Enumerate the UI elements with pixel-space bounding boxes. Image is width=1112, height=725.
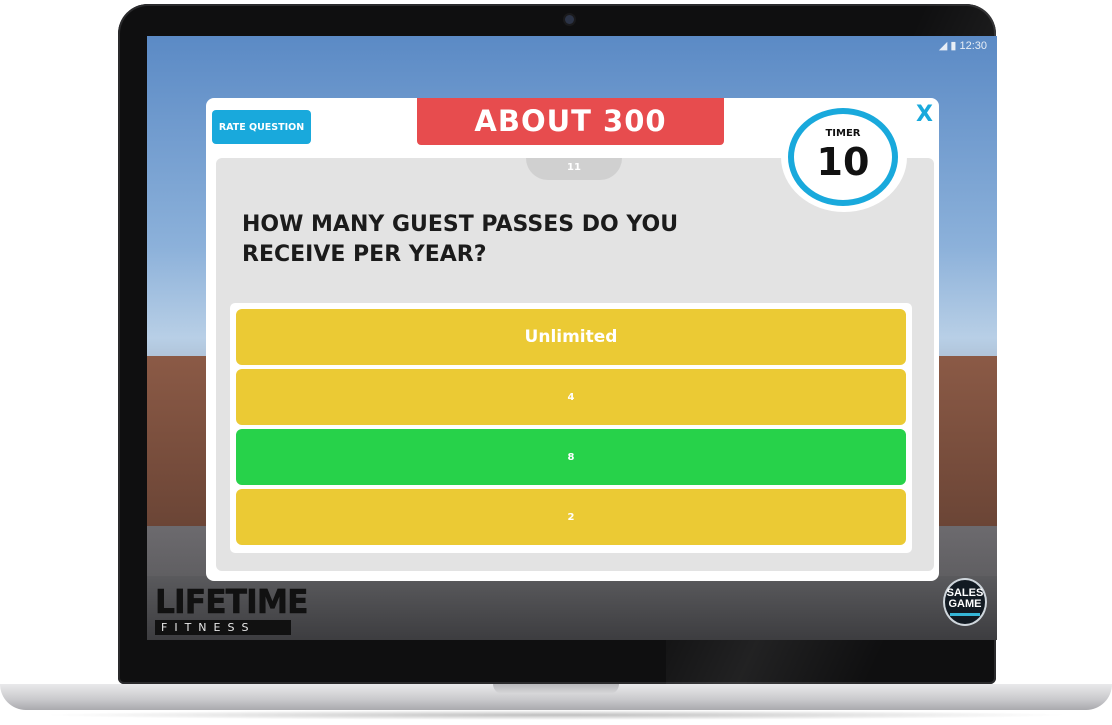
background-building-right — [937, 356, 997, 526]
answer-option[interactable]: Unlimited — [236, 309, 906, 365]
battery-icon: ▮ — [950, 40, 957, 52]
logo-sub-text: FITNESS — [155, 620, 291, 635]
answer-option[interactable]: 4 — [236, 369, 906, 425]
timer-label: TIMER — [825, 128, 861, 139]
logo-main-text: LIFETIME — [155, 582, 309, 621]
timer-value: 10 — [816, 140, 870, 184]
answer-option[interactable]: 2 — [236, 489, 906, 545]
lifetime-fitness-logo: LIFETIME FITNESS — [155, 582, 309, 638]
rate-question-button[interactable]: RATE QUESTION — [212, 110, 311, 144]
status-bar: ◢ ▮ 12:30 — [939, 39, 987, 52]
camera-icon — [565, 15, 574, 24]
answer-option-correct[interactable]: 8 — [236, 429, 906, 485]
timer-circle: TIMER 10 — [788, 108, 898, 206]
laptop-notch — [493, 684, 619, 694]
laptop-mockup: ◢ ▮ 12:30 LIFETIME FITNESS SALES GAME RA… — [0, 0, 1112, 725]
answer-banner: ABOUT 300 — [417, 98, 724, 145]
badge-line2: GAME — [948, 598, 982, 610]
sales-game-badge: SALES GAME — [943, 578, 987, 626]
question-modal: RATE QUESTION ABOUT 300 X 11 HOW MANY GU… — [206, 98, 939, 581]
status-time: 12:30 — [959, 40, 987, 52]
question-number: 11 — [526, 158, 622, 180]
app-screen: ◢ ▮ 12:30 LIFETIME FITNESS SALES GAME RA… — [147, 36, 997, 640]
close-icon[interactable]: X — [916, 102, 933, 127]
question-panel: 11 HOW MANY GUEST PASSES DO YOU RECEIVE … — [216, 158, 934, 571]
timer: TIMER 10 — [781, 102, 907, 212]
answer-list: Unlimited 4 8 2 — [230, 303, 912, 553]
question-text: HOW MANY GUEST PASSES DO YOU RECEIVE PER… — [242, 212, 679, 267]
signal-icon: ◢ — [938, 40, 948, 52]
